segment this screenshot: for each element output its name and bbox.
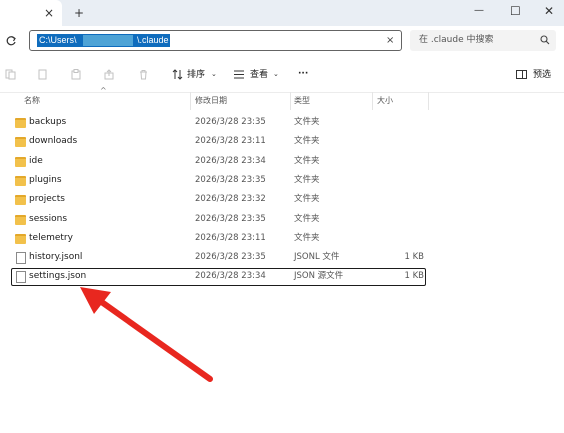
annotation-arrow-icon — [80, 287, 213, 382]
